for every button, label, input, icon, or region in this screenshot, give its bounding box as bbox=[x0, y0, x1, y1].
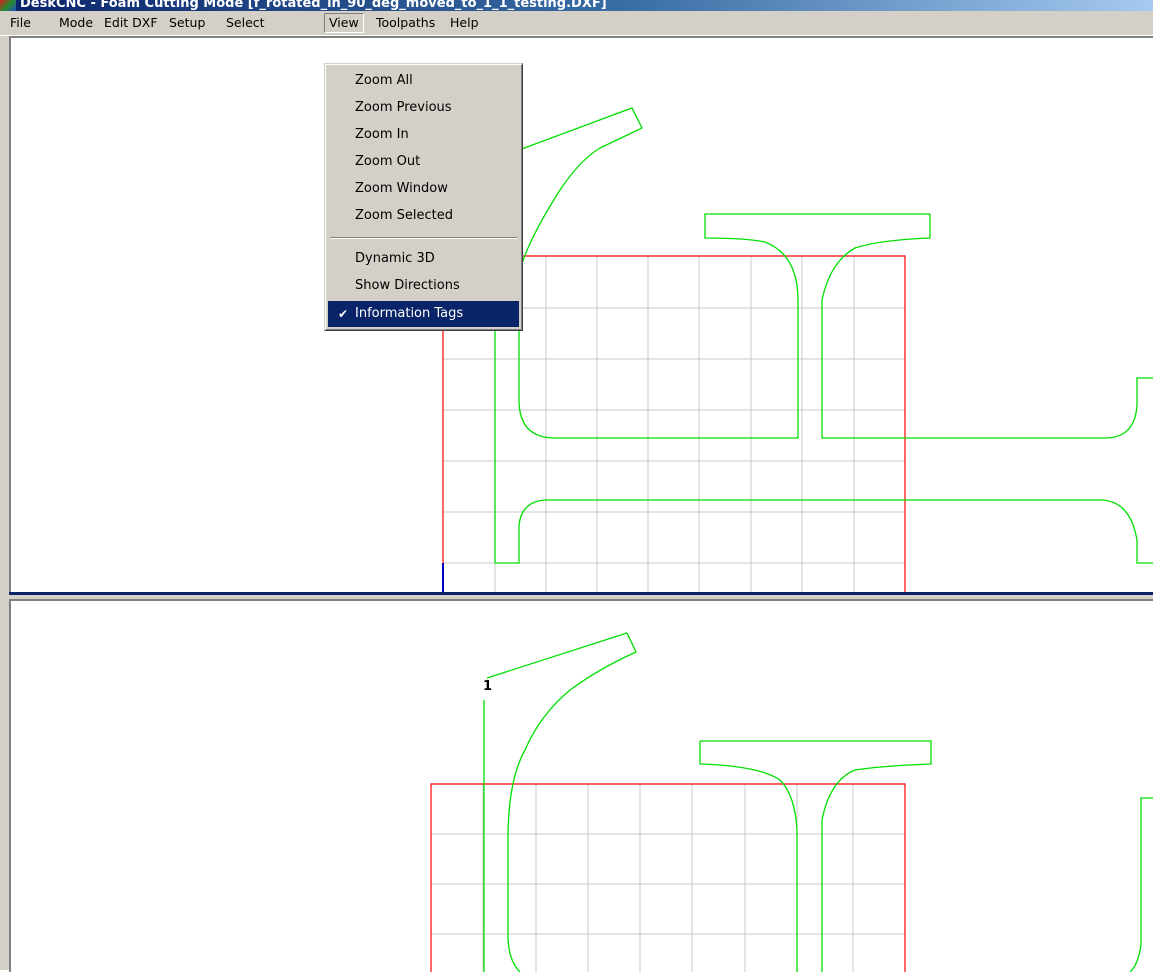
window-title: DeskCNC - Foam Cutting Mode [f_rotated_i… bbox=[20, 0, 607, 11]
app-icon[interactable] bbox=[0, 0, 16, 11]
bottom-view-pane[interactable]: 1 bbox=[9, 599, 1153, 972]
top-view-canvas[interactable] bbox=[11, 38, 1153, 594]
menu-help[interactable]: Help bbox=[446, 14, 483, 32]
menu-item-zoom-out[interactable]: Zoom Out bbox=[328, 149, 519, 175]
menu-item-show-directions[interactable]: Show Directions bbox=[328, 273, 519, 299]
menu-select[interactable]: Select bbox=[222, 14, 269, 32]
menu-item-zoom-in[interactable]: Zoom In bbox=[328, 122, 519, 148]
menu-item-zoom-selected[interactable]: Zoom Selected bbox=[328, 203, 519, 229]
toolpaths bbox=[494, 107, 1153, 564]
bottom-view-canvas[interactable] bbox=[11, 601, 1153, 972]
toolpaths bbox=[483, 632, 1153, 972]
menu-bar: File Mode Edit DXF Setup Select View Too… bbox=[0, 11, 1153, 36]
menu-setup[interactable]: Setup bbox=[165, 14, 209, 32]
menu-view[interactable]: View bbox=[324, 13, 364, 33]
menu-item-information-tags-label: Information Tags bbox=[355, 306, 464, 321]
menu-toolpaths[interactable]: Toolpaths bbox=[372, 14, 439, 32]
menu-item-information-tags[interactable]: ✔ Information Tags bbox=[328, 301, 519, 327]
pane-splitter[interactable] bbox=[9, 592, 1153, 599]
menu-item-dynamic-3d[interactable]: Dynamic 3D bbox=[328, 246, 519, 272]
top-view-pane[interactable] bbox=[9, 36, 1153, 594]
menu-separator bbox=[330, 237, 517, 239]
information-tag: 1 bbox=[483, 679, 493, 694]
menu-item-zoom-previous[interactable]: Zoom Previous bbox=[328, 95, 519, 121]
title-bar: DeskCNC - Foam Cutting Mode [f_rotated_i… bbox=[0, 0, 1153, 11]
stock-outline bbox=[430, 783, 906, 972]
left-frame-edge bbox=[0, 36, 9, 970]
check-icon: ✔ bbox=[338, 307, 349, 321]
menu-item-zoom-all[interactable]: Zoom All bbox=[328, 68, 519, 94]
menu-file[interactable]: File bbox=[6, 14, 35, 32]
menu-mode[interactable]: Mode bbox=[55, 14, 97, 32]
menu-item-zoom-window[interactable]: Zoom Window bbox=[328, 176, 519, 202]
menu-edit-dxf[interactable]: Edit DXF bbox=[100, 14, 162, 32]
view-menu-dropdown: Zoom All Zoom Previous Zoom In Zoom Out … bbox=[324, 63, 523, 331]
grid bbox=[431, 784, 905, 972]
